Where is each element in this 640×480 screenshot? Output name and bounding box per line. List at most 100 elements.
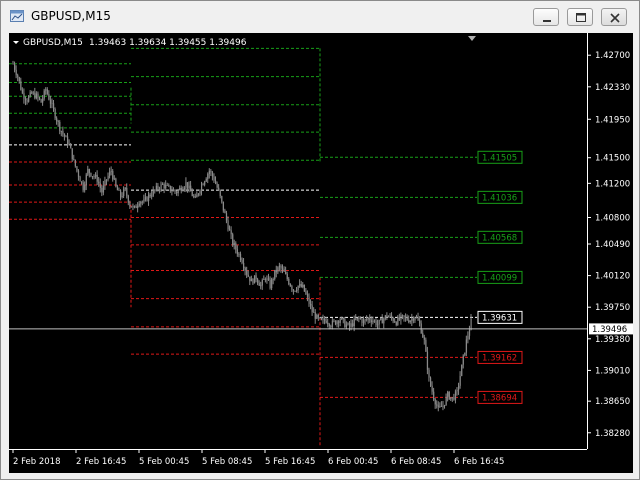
candle-body — [356, 317, 358, 320]
candle-body — [118, 190, 120, 191]
close-button[interactable] — [601, 8, 627, 26]
candle-body — [67, 136, 69, 145]
candle-body — [121, 195, 123, 197]
minimize-button[interactable] — [533, 8, 559, 26]
candle-body — [384, 315, 387, 319]
candle-body — [230, 230, 232, 235]
candle-body — [180, 187, 182, 192]
candle-body — [200, 184, 203, 191]
candle-body — [325, 320, 327, 323]
candle-body — [165, 185, 167, 189]
price-tick-label: 1.39380 — [595, 335, 630, 345]
candle-body — [280, 265, 282, 269]
candle-body — [216, 183, 218, 188]
candle-body — [23, 93, 25, 99]
price-tick-label: 1.40800 — [595, 214, 630, 224]
candle-body — [431, 385, 433, 392]
candle-body — [71, 148, 73, 160]
title-bar[interactable]: GBPUSD,M15 — [1, 1, 639, 31]
candle-body — [345, 324, 348, 328]
candle-body — [316, 315, 318, 319]
candle-body — [324, 318, 326, 321]
candle-body — [247, 274, 249, 277]
price-chart[interactable]: GBPUSD,M15 1.39463 1.39634 1.39455 1.394… — [9, 33, 633, 473]
price-axis: 1.42700 1.42330 1.41950 1.41500 1.41200 1.408… — [587, 51, 630, 439]
terminal-chart-window: GBPUSD,M15 GBPUSD,M15 1.39463 1.39634 1.… — [0, 0, 640, 480]
candle-body — [116, 186, 119, 191]
candle-body — [218, 187, 220, 190]
candle-body — [433, 391, 435, 400]
candle-body — [96, 174, 98, 182]
candle-body — [60, 131, 62, 132]
candle-body — [352, 323, 354, 327]
candle-body — [456, 389, 458, 392]
candle-body — [225, 213, 228, 221]
candle-body — [193, 196, 195, 197]
candle-body — [272, 279, 274, 280]
candle-body — [37, 93, 39, 98]
candle-body — [397, 317, 399, 325]
candle-body — [252, 279, 254, 284]
chart-dropdown-icon[interactable] — [13, 41, 19, 44]
candle-body — [99, 183, 101, 188]
candle-body — [176, 191, 178, 194]
candle-body — [154, 189, 156, 191]
candle-body — [378, 319, 380, 325]
candle-body — [148, 194, 150, 201]
candle-body — [439, 406, 441, 407]
level-label-text: 1.39162 — [482, 353, 517, 363]
candle-body — [291, 286, 293, 290]
price-tick-label: 1.39010 — [595, 366, 630, 376]
candle-body — [179, 187, 181, 190]
chart-symbol: GBPUSD,M15 — [23, 38, 83, 48]
time-tick-label: 6 Feb 16:45 — [454, 457, 504, 467]
candle-body — [440, 406, 443, 407]
candle-body — [308, 296, 310, 304]
candle-body — [135, 206, 137, 209]
candle-body — [330, 326, 332, 328]
candle-body — [409, 321, 411, 323]
candle-body — [297, 285, 299, 291]
candle-body — [342, 317, 344, 320]
candle-body — [359, 317, 362, 319]
candle-body — [93, 176, 95, 177]
candle-body — [45, 89, 47, 91]
candle-body — [303, 284, 306, 292]
candle-body — [163, 184, 165, 189]
candle-body — [53, 103, 55, 110]
candle-body — [134, 205, 136, 207]
candle-body — [28, 96, 30, 102]
candle-body — [373, 320, 376, 322]
candle-body — [215, 180, 217, 184]
candle-body — [129, 202, 131, 207]
candle-body — [186, 182, 189, 189]
candle-body — [42, 98, 44, 103]
candle-body — [305, 291, 307, 295]
level-label-text: 1.40099 — [482, 273, 517, 283]
candle-body — [370, 320, 372, 323]
candle-body — [34, 92, 36, 99]
candle-body — [43, 90, 45, 99]
time-tick-label: 6 Feb 00:45 — [328, 457, 378, 467]
candle-body — [21, 89, 24, 94]
maximize-button[interactable] — [567, 8, 593, 26]
candle-body — [425, 339, 427, 352]
candle-body — [199, 190, 201, 194]
candle-body — [408, 319, 410, 323]
time-tick-label: 5 Feb 00:45 — [139, 457, 189, 467]
candle-body — [79, 176, 81, 182]
candle-body — [235, 243, 237, 250]
level-label-text: 1.41505 — [482, 153, 517, 163]
candle-body — [222, 201, 225, 211]
price-tick-label: 1.41500 — [595, 154, 630, 164]
time-axis: 2 Feb 2018 2 Feb 16:45 5 Feb 00:45 5 Feb 08… — [12, 449, 504, 467]
candle-body — [54, 109, 56, 119]
candle-body — [132, 205, 134, 208]
shift-marker-icon[interactable] — [468, 36, 476, 41]
candle-body — [119, 190, 122, 197]
candle-body — [236, 249, 239, 254]
candle-body — [207, 173, 209, 179]
candle-body — [419, 320, 421, 324]
candle-body — [56, 118, 58, 122]
candle-body — [149, 194, 151, 197]
